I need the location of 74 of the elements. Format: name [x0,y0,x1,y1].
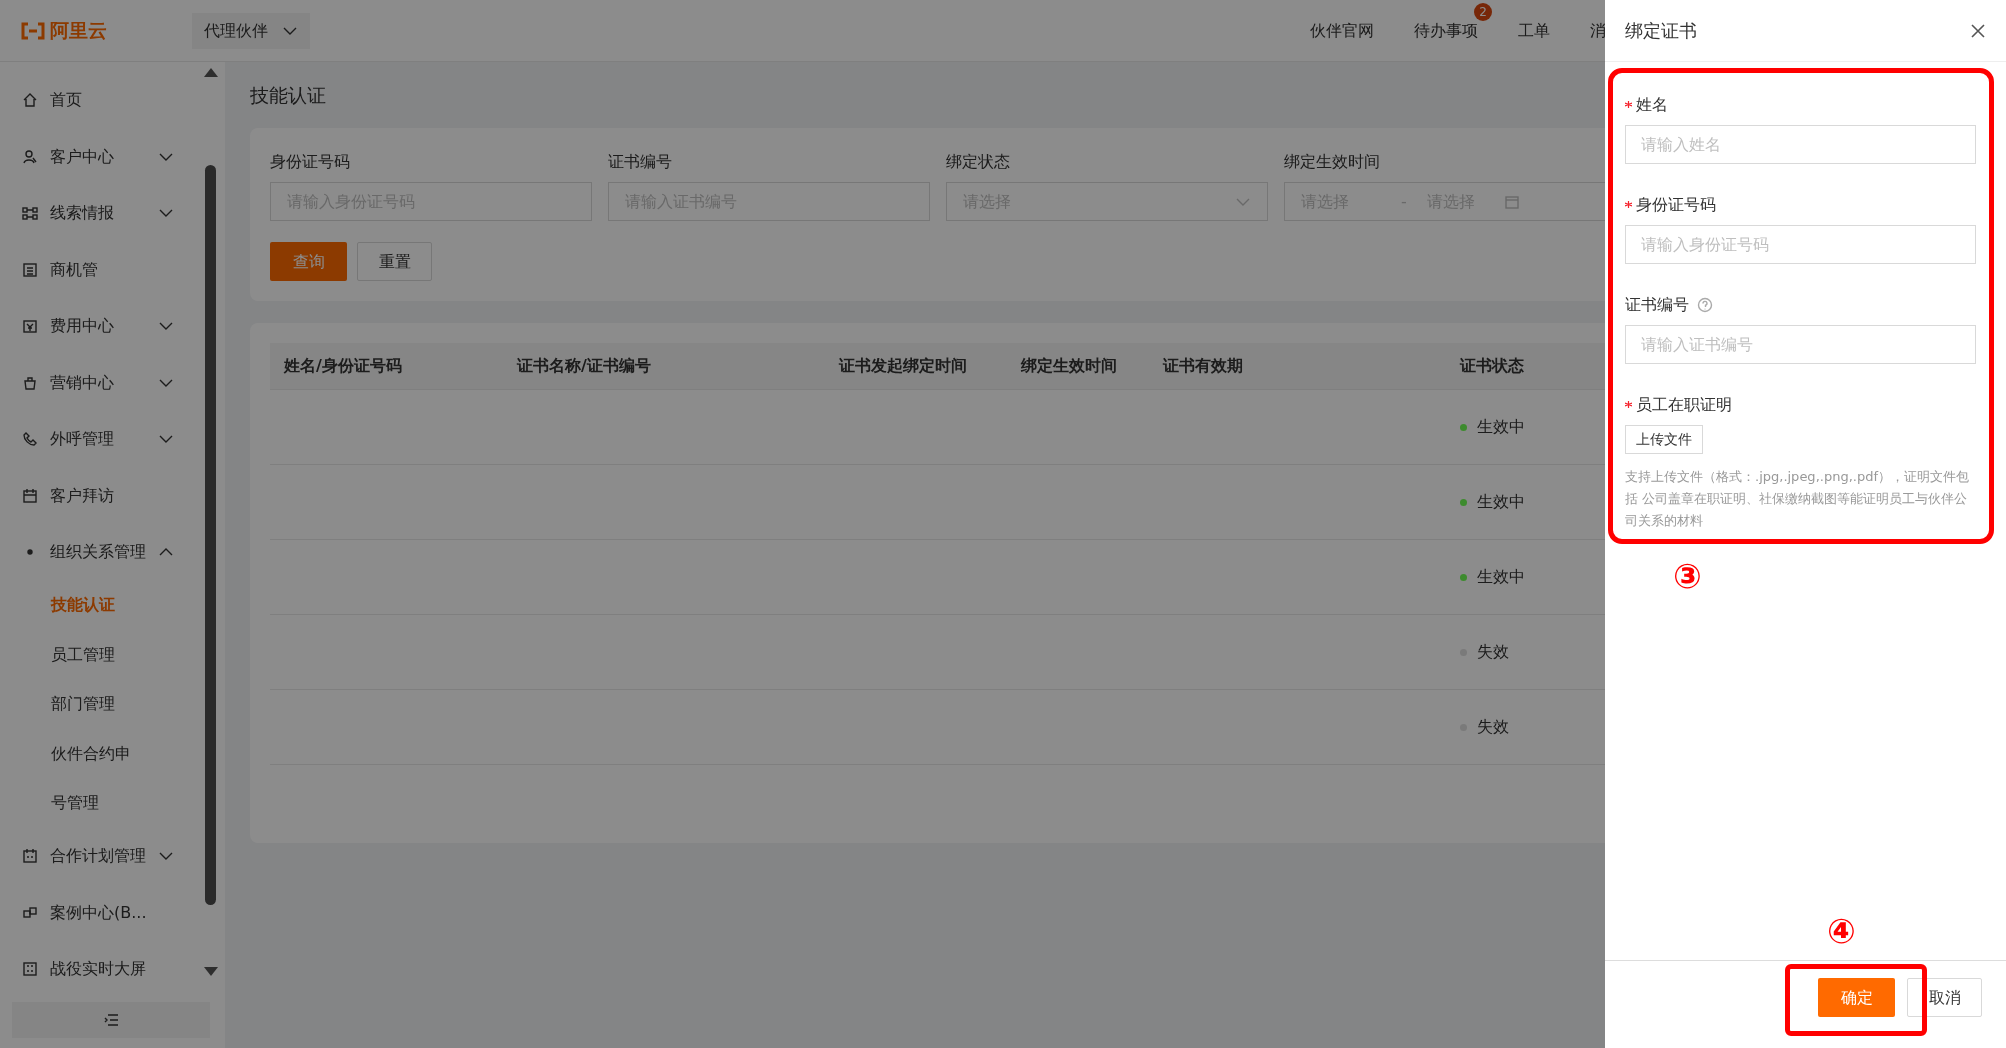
menu-item-icon [22,261,38,278]
field-label: 员工在职证明 [1636,394,1732,416]
upload-hint: 支持上传文件（格式：.jpg,.jpeg,.png,.pdf），证明文件包括 公司盖章在职证明、社保缴纳截图等能证明员工与伙伴公司关系的材料 [1625,468,1970,530]
partner-switch[interactable]: 代理伙伴 [192,12,310,49]
sidebar-item[interactable]: 组织关系管理 [0,524,196,581]
calendar-icon [1504,194,1519,209]
field-label: 姓名 [1636,94,1668,116]
sidebar-item[interactable]: 线索情报 [0,185,196,242]
close-icon [1970,22,1986,39]
logo-icon [20,21,46,40]
upload-button[interactable]: 上传文件 [1625,425,1703,454]
column-header: 证书有效期 [1149,343,1446,389]
nav-link[interactable]: 伙伴官网 [1310,20,1374,40]
sidebar-item[interactable]: 合作计划管理 [0,828,196,885]
field-label: 绑定状态 [946,151,1011,173]
column-header: 绑定生效时间 [1007,343,1149,389]
sidebar-item[interactable]: 客户中心 [0,128,196,185]
sidebar-item[interactable]: 商机管 [0,241,196,298]
annotation-number: ④ [1827,914,1856,948]
sidebar-item[interactable]: 费用中心 [0,298,196,355]
menu-item-icon [22,904,38,921]
close-button[interactable] [1970,22,1986,39]
collapse-button[interactable] [12,1002,210,1038]
cancel-button[interactable]: 取消 [1907,978,1982,1017]
range-separator: - [1401,190,1407,213]
sidebar-item[interactable]: 营销中心 [0,354,196,411]
input-field[interactable]: 请输入证书编号 [1625,325,1976,364]
field-label: 身份证号码 [1636,194,1716,216]
status-text: 失效 [1477,641,1509,661]
menu-item-icon [22,92,38,109]
sidebar-item[interactable]: 首页 [0,72,196,129]
nav-link[interactable]: 消 [1590,20,1606,40]
status-text: 生效中 [1477,566,1525,586]
menu-item-icon [22,848,38,865]
sidebar-item[interactable]: 案例中心(B... [0,884,196,941]
menu-item-icon [22,961,38,978]
sidebar-subitem[interactable]: 伙件合约申 [0,729,196,779]
sidebar-item[interactable]: 战役实时大屏 [0,941,196,998]
notification-badge: 2 [1474,2,1492,21]
scrollbar-thumb[interactable] [205,165,216,905]
scroll-down-icon [203,966,219,978]
confirm-button[interactable]: 确定 [1818,978,1895,1017]
annotation-number: ③ [1673,559,1702,593]
field-label: 证书编号 [1625,294,1689,316]
reset-button[interactable]: 重置 [357,242,432,281]
status-text: 生效中 [1477,416,1525,436]
scroll-up-icon [203,66,219,78]
menu-item-icon [22,374,38,391]
field-label: 身份证号码 [270,151,351,173]
column-header: 姓名/身份证号码 [270,343,503,389]
sidebar-item[interactable]: 客户拜访 [0,467,196,524]
page-title: 技能认证 [250,82,326,108]
sidebar-subitem[interactable]: 号管理 [0,778,196,828]
field-label: 绑定生效时间 [1284,151,1381,173]
logo-text: 阿里云 [50,18,107,44]
input-field[interactable]: 请输入姓名 [1625,125,1976,164]
column-header: 证书名称/证书编号 [503,343,825,389]
sidebar-subitem[interactable]: 员工管理 [0,630,196,680]
drawer-title: 绑定证书 [1625,19,1697,43]
status-text: 生效中 [1477,491,1525,511]
menu-item-icon [22,431,38,448]
menu-item-icon [22,487,38,504]
column-header: 证书发起绑定时间 [825,343,1007,389]
sidebar-subitem[interactable]: 部门管理 [0,679,196,729]
menu-item-icon [22,148,38,165]
status-text: 失效 [1477,716,1509,736]
input-field[interactable]: 请输入身份证号码 [1625,225,1976,264]
field-label: 证书编号 [608,151,673,173]
sidebar-item[interactable]: 外呼管理 [0,411,196,468]
nav-link[interactable]: 工单 [1518,20,1550,40]
nav-link[interactable]: 待办事项 [1414,20,1478,40]
menu-fold-icon [104,1014,118,1026]
menu-item-icon [22,318,38,335]
menu-item-icon [22,205,38,222]
